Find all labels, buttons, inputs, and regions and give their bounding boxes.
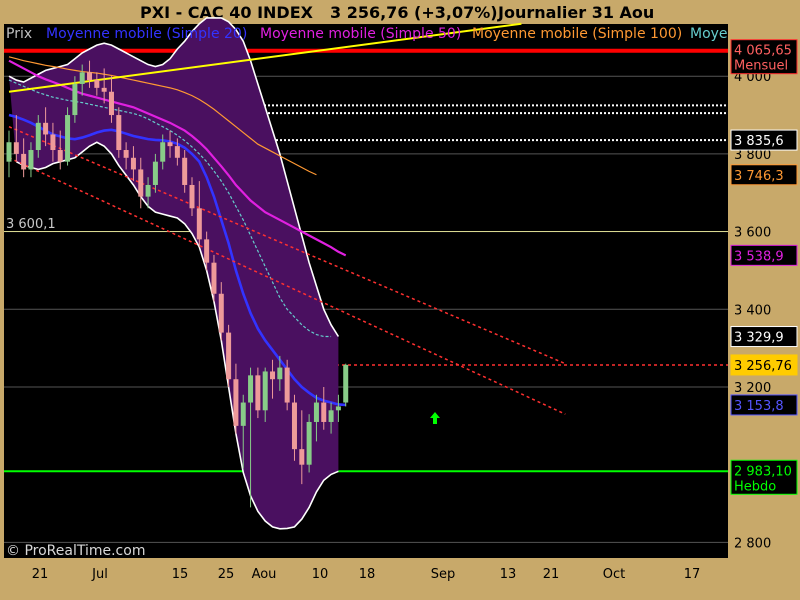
x-tick-label: 21 — [543, 567, 560, 582]
candle-body — [299, 449, 305, 465]
price-badge-label: 3 329,9 — [734, 331, 784, 346]
price-badge-sublabel: Mensuel — [734, 59, 788, 74]
candle-body — [160, 142, 166, 162]
candle-body — [13, 142, 19, 154]
chart-title-value: 3 256,76 (+3,07%) — [330, 3, 498, 22]
candle-body — [116, 115, 122, 151]
price-badge-label: 2 983,10 — [734, 464, 792, 479]
chart-title-period: Journalier 31 Aou — [497, 3, 654, 22]
y-tick-label: 3 400 — [734, 303, 771, 318]
candle-body — [218, 293, 224, 333]
candle-body — [101, 87, 107, 92]
candle-body — [72, 83, 78, 116]
candle-body — [174, 146, 180, 158]
candle-body — [226, 332, 232, 380]
x-tick-label: 18 — [359, 567, 376, 582]
candle-body — [343, 364, 349, 403]
candle-body — [152, 161, 158, 185]
x-tick-label: 15 — [172, 567, 189, 582]
legend-entry: Moyenne mobile (Simple 100) — [472, 26, 682, 42]
legend-entry: Moyenne mobile (Simple 50) — [260, 26, 461, 42]
candle-body — [43, 122, 49, 135]
x-tick-label: 13 — [500, 567, 517, 582]
chart-title: PXI - CAC 40 INDEX — [140, 3, 314, 22]
candle-body — [204, 239, 210, 263]
legend-entry: Moye — [690, 26, 728, 42]
candle-body — [321, 402, 327, 422]
candle-body — [94, 80, 100, 88]
x-tick-label: 10 — [312, 567, 329, 582]
y-tick-label: 2 800 — [734, 536, 771, 551]
candle-body — [270, 371, 276, 380]
candle-body — [291, 402, 297, 450]
x-tick-label: 25 — [218, 567, 235, 582]
level-label-3600: 3 600,1 — [6, 217, 56, 232]
y-tick-label: 3 200 — [734, 381, 771, 396]
candle-body — [248, 375, 254, 403]
candle-body — [277, 367, 283, 380]
price-chart: PXI - CAC 40 INDEX 3 256,76 (+3,07%) Jou… — [0, 0, 800, 600]
x-tick-label: Oct — [603, 567, 625, 582]
y-tick-label: 3 600 — [734, 226, 771, 241]
x-tick-label: Aou — [252, 567, 277, 582]
candle-body — [328, 410, 334, 422]
candle-body — [50, 134, 56, 151]
candle-body — [28, 150, 34, 170]
chart-window: PXI - CAC 40 INDEX 3 256,76 (+3,07%) Jou… — [0, 0, 800, 600]
price-badge-label: 3 256,76 — [734, 359, 792, 374]
legend-entry: Moyenne mobile (Simple 20) — [46, 26, 247, 42]
price-badge-label: 3 538,9 — [734, 249, 784, 264]
candle-body — [57, 150, 63, 162]
legend-entry: Prix — [6, 26, 32, 42]
candle-body — [306, 421, 312, 465]
x-tick-label: 21 — [32, 567, 49, 582]
watermark: © ProRealTime.com — [6, 543, 145, 559]
candle-body — [240, 402, 246, 426]
candle-body — [65, 115, 71, 162]
x-tick-label: Jul — [91, 567, 108, 582]
candle-body — [87, 72, 93, 81]
price-badge-label: 3 835,6 — [734, 134, 784, 149]
price-badge-sublabel: Hebdo — [734, 479, 776, 494]
candle-body — [6, 142, 12, 162]
candle-body — [233, 379, 239, 426]
x-tick-label: 17 — [684, 567, 701, 582]
candle-body — [167, 142, 173, 147]
x-tick-label: Sep — [431, 567, 456, 582]
candle-body — [255, 375, 261, 411]
candle-body — [196, 208, 202, 240]
candle-body — [21, 153, 27, 170]
price-badge-label: 4 065,65 — [734, 44, 792, 59]
candle-body — [79, 72, 85, 84]
candle-body — [335, 406, 341, 411]
candle-body — [189, 184, 195, 209]
candle-body — [108, 91, 114, 116]
candle-body — [262, 371, 268, 411]
price-badge-label: 3 153,8 — [734, 399, 784, 414]
candle-body — [182, 157, 188, 185]
candle-body — [123, 150, 129, 158]
price-badge-label: 3 746,3 — [734, 169, 784, 184]
candle-body — [138, 169, 144, 197]
candle-body — [130, 157, 136, 170]
candle-body — [35, 122, 41, 151]
candle-body — [284, 367, 290, 403]
candle-body — [145, 184, 151, 197]
candle-body — [313, 402, 319, 422]
candle-body — [211, 262, 217, 294]
